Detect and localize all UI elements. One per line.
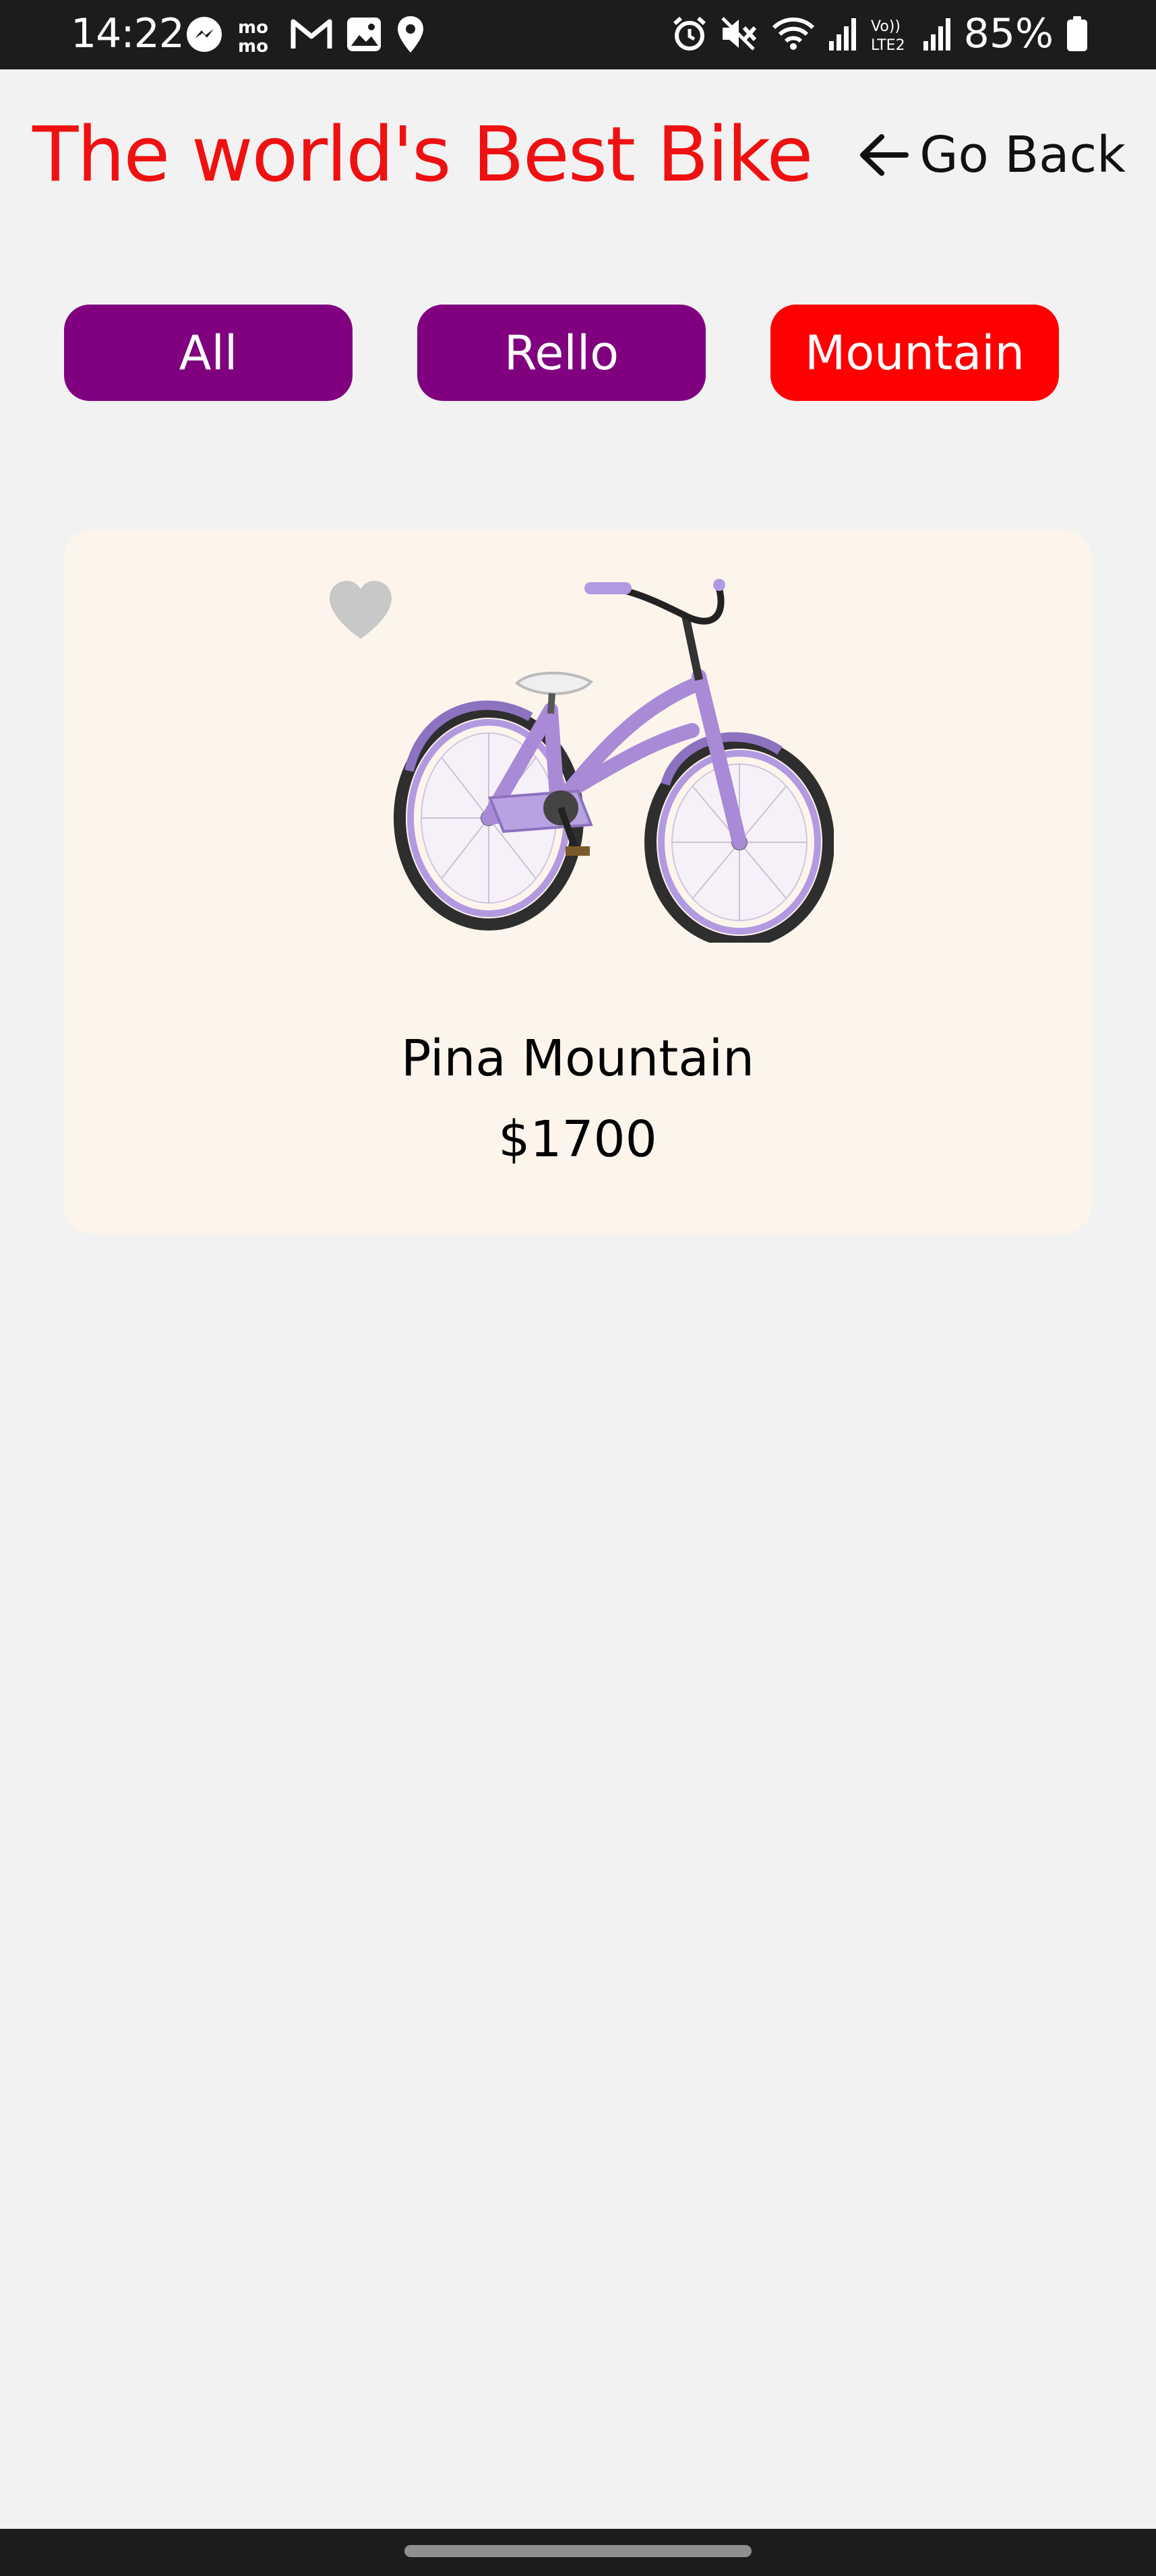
navigation-bar: [0, 2529, 1156, 2576]
system-indicators: Vo)) LTE2 85%: [671, 9, 1089, 58]
go-back-button[interactable]: Go Back: [857, 125, 1126, 185]
location-icon: [398, 16, 423, 53]
svg-text:LTE2: LTE2: [871, 37, 905, 53]
mute-icon: [721, 17, 756, 51]
arrow-left-icon: [860, 134, 909, 176]
heart-icon[interactable]: [327, 579, 394, 641]
signal-icon: [923, 18, 950, 51]
battery-icon: [1067, 16, 1087, 51]
svg-text:Vo)): Vo)): [871, 18, 901, 35]
alarm-icon: [673, 16, 706, 51]
go-back-label: Go Back: [919, 126, 1126, 184]
messenger-icon: [187, 17, 222, 52]
product-card[interactable]: Pina Mountain $1700: [64, 530, 1091, 1234]
bike-image: [394, 579, 834, 943]
battery-percent: 85%: [963, 10, 1054, 57]
filter-all-button[interactable]: All: [64, 305, 353, 401]
momo-icon: mo mo: [238, 18, 268, 53]
wifi-icon: [772, 18, 814, 50]
category-filters: All Rello Mountain: [64, 305, 1062, 401]
status-time: 14:22: [71, 10, 185, 57]
gmail-icon: [291, 19, 332, 49]
filter-mountain-button[interactable]: Mountain: [770, 305, 1059, 401]
home-indicator[interactable]: [404, 2545, 752, 2557]
svg-text:mo: mo: [238, 36, 268, 53]
product-name: Pina Mountain: [400, 1030, 755, 1088]
notification-icons: mo mo: [185, 15, 425, 54]
svg-text:mo: mo: [238, 18, 268, 38]
gallery-icon: [347, 18, 381, 51]
signal-icon: [828, 18, 856, 51]
page-title: The world's Best Bike: [32, 111, 813, 199]
filter-rello-button[interactable]: Rello: [417, 305, 706, 401]
status-bar: 14:22 mo mo Vo)) LTE2 85%: [0, 0, 1156, 69]
product-price: $1700: [498, 1110, 657, 1168]
volte-icon: Vo)) LTE2: [871, 18, 905, 53]
